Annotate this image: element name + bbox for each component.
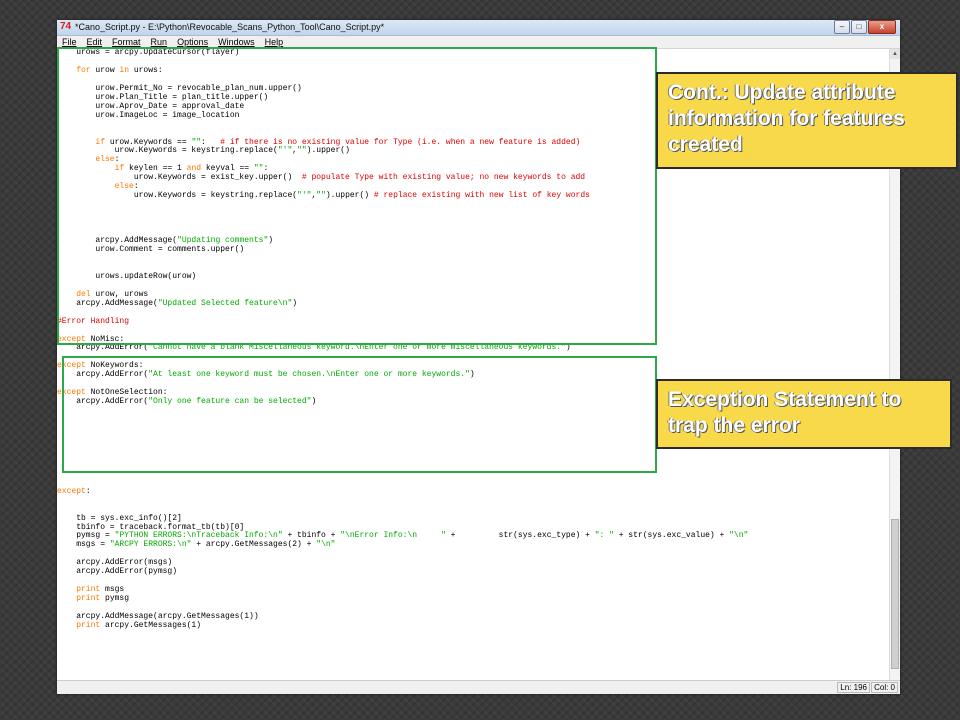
title-bar: 74 *Cano_Script.py - E:\Python\Revocable… [57, 20, 900, 36]
minimize-button[interactable]: – [834, 20, 850, 34]
update-callout: Cont.: Update attribute information for … [656, 72, 958, 169]
scroll-thumb[interactable] [891, 519, 899, 669]
close-button[interactable]: x [868, 20, 896, 34]
exception-callout: Exception Statement to trap the error [656, 379, 952, 449]
scroll-up-arrow-icon[interactable]: ▲ [890, 49, 900, 59]
window-title: *Cano_Script.py - E:\Python\Revocable_Sc… [75, 22, 385, 32]
status-line: Ln: 196 [837, 682, 870, 693]
window-controls: – □ x [833, 20, 896, 34]
exception-code-highlight-box [62, 356, 657, 473]
status-bar: Ln: 196 Col: 0 [57, 680, 900, 694]
maximize-button[interactable]: □ [851, 20, 867, 34]
status-column: Col: 0 [871, 682, 898, 693]
update-code-highlight-box [57, 47, 657, 345]
python-idle-icon: 74 [60, 21, 72, 32]
